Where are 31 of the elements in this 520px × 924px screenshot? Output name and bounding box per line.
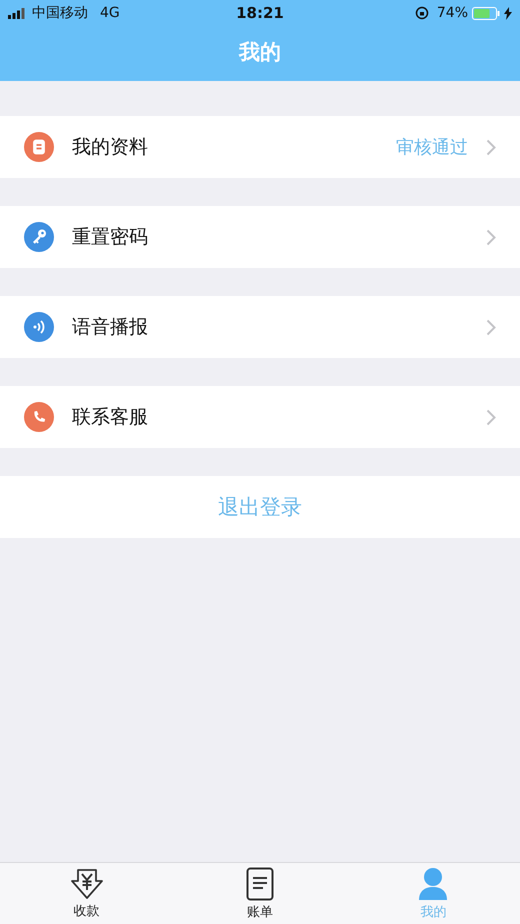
menu-item[interactable]: 重置密码 (0, 206, 520, 268)
user-icon (418, 866, 448, 900)
carrier-text: 中国移动 (32, 4, 88, 22)
network-text: 4G (100, 5, 120, 21)
menu-item[interactable]: 联系客服 (0, 386, 520, 448)
menu-label: 我的资料 (72, 135, 149, 160)
battery-icon (472, 6, 500, 20)
signal-icon (8, 8, 26, 18)
sound-icon (24, 312, 54, 342)
chevron-icon (486, 318, 496, 336)
menu-label: 联系客服 (72, 405, 149, 430)
battery-percent: 74% (436, 5, 468, 21)
chevron-icon (486, 408, 496, 426)
time-text: 18:21 (236, 4, 284, 22)
menu-item[interactable]: 我的资料 审核通过 (0, 116, 520, 178)
menu-label: 重置密码 (72, 225, 149, 250)
phone-icon (24, 402, 54, 432)
rotation-lock-icon (414, 6, 429, 20)
chevron-icon (486, 228, 496, 246)
tab[interactable]: 账单 (173, 863, 347, 924)
tab[interactable]: 收款 (0, 863, 174, 924)
menu-item[interactable]: 语音播报 (0, 296, 520, 358)
page-title: 我的 (238, 38, 282, 66)
document-icon (246, 866, 274, 900)
charging-icon (504, 6, 512, 20)
document-icon (24, 132, 54, 162)
status-text: 审核通过 (396, 136, 468, 159)
key-icon (24, 222, 54, 252)
menu-label: 语音播报 (72, 315, 149, 340)
chevron-icon (486, 138, 496, 156)
yen-download-icon (68, 868, 105, 900)
